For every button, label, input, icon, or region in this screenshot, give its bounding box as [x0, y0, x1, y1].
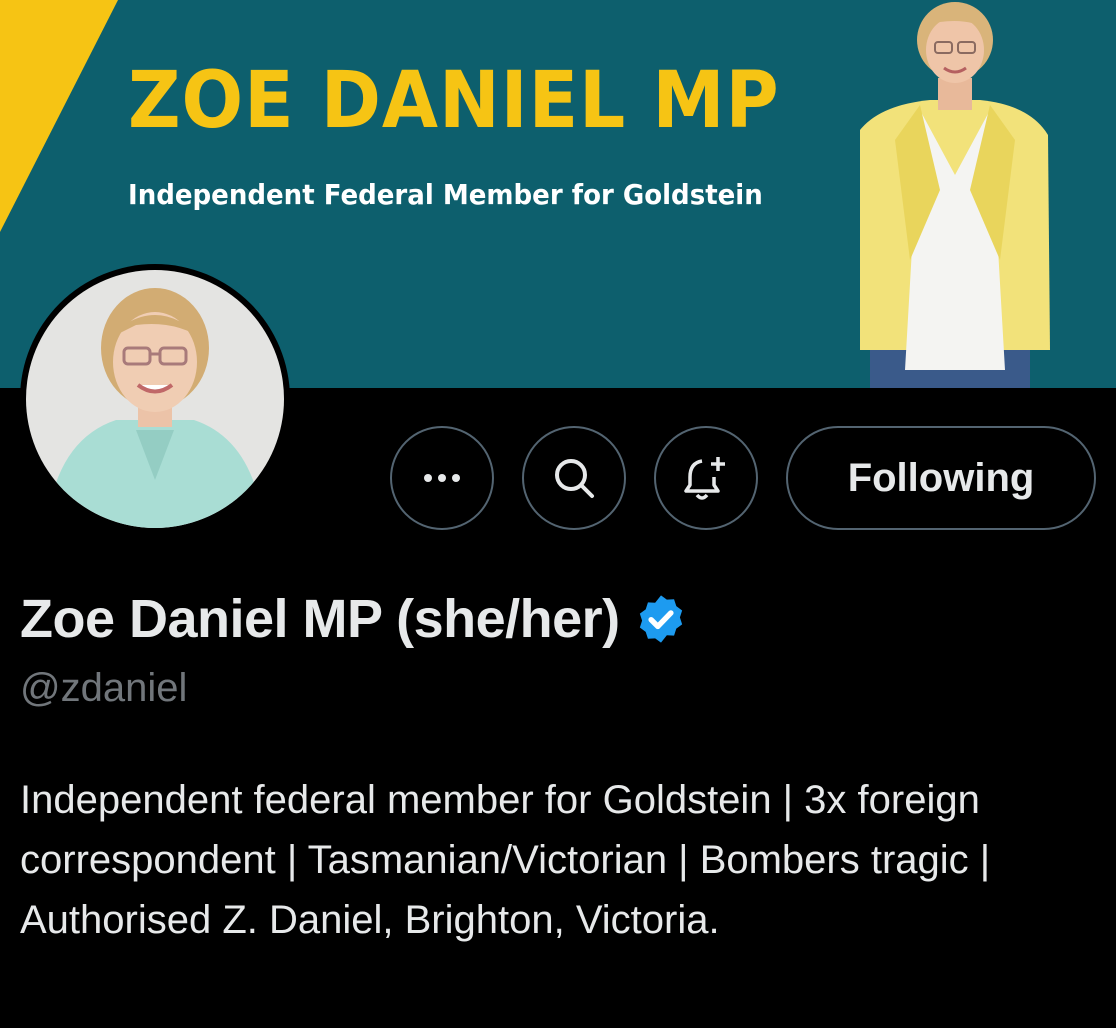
- more-horizontal-icon: [424, 474, 460, 482]
- display-name: Zoe Daniel MP (she/her): [20, 589, 620, 649]
- avatar-image: [26, 270, 284, 528]
- more-options-button[interactable]: [390, 426, 494, 530]
- profile-handle: @zdaniel: [20, 666, 188, 710]
- profile-bio: Independent federal member for Goldstein…: [20, 778, 991, 942]
- search-profile-button[interactable]: [522, 426, 626, 530]
- banner-portrait-image: [860, 2, 1050, 388]
- notifications-button[interactable]: [654, 426, 758, 530]
- profile-avatar[interactable]: [20, 264, 290, 534]
- banner-subtitle: Independent Federal Member for Goldstein: [128, 178, 763, 211]
- search-icon: [555, 459, 594, 498]
- banner-title: ZOE DANIEL MP: [128, 56, 780, 146]
- profile-name-row: Zoe Daniel MP (she/her): [20, 588, 688, 650]
- following-button[interactable]: Following: [786, 426, 1096, 530]
- banner-yellow-stripe: [0, 0, 118, 232]
- verified-badge-icon: [639, 595, 682, 643]
- bell-plus-icon: [684, 457, 725, 500]
